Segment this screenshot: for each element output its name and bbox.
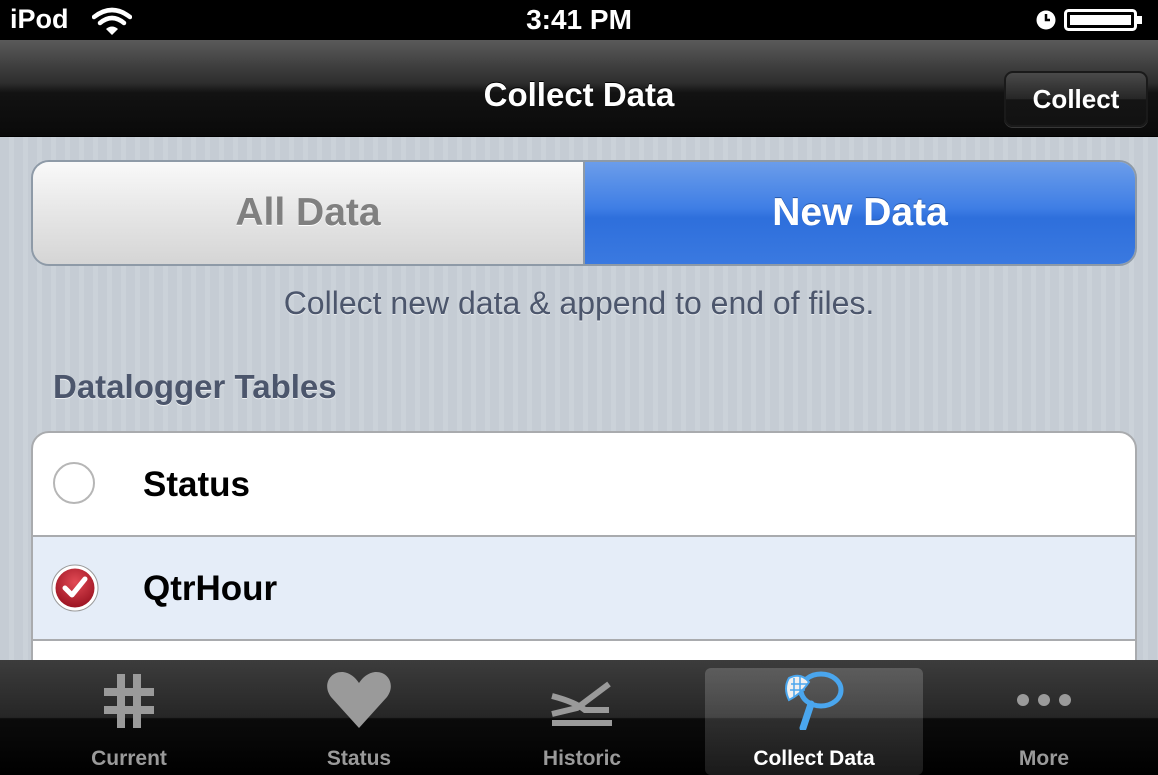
- content-area: All Data New Data Collect new data & app…: [0, 137, 1158, 660]
- tab-label: Collect Data: [753, 747, 875, 770]
- clock-icon: [1036, 10, 1056, 30]
- tab-label: Current: [91, 747, 167, 770]
- tab-current[interactable]: Current: [20, 668, 238, 775]
- tab-label: Status: [326, 747, 392, 770]
- segment-all-data[interactable]: All Data: [33, 162, 585, 264]
- datalogger-tables-list: Status QtrHour: [31, 431, 1137, 660]
- table-row-status[interactable]: Status: [33, 433, 1135, 537]
- collect-button[interactable]: Collect: [1004, 71, 1148, 127]
- page-title: Collect Data: [483, 76, 675, 113]
- table-row-qtrhour[interactable]: QtrHour: [33, 537, 1135, 641]
- table-row-label: Status: [143, 465, 250, 504]
- more-dots-icon: [1017, 694, 1071, 706]
- segment-new-data[interactable]: New Data: [585, 162, 1135, 264]
- checkmark-circle-icon[interactable]: [50, 563, 100, 613]
- heart-icon: [327, 671, 391, 728]
- tab-collect-data[interactable]: Collect Data: [705, 668, 923, 775]
- tab-historic[interactable]: Historic: [473, 668, 691, 775]
- data-mode-segmented-control: All Data New Data: [31, 160, 1137, 266]
- table-row-label: QtrHour: [143, 569, 278, 608]
- grid-hash-icon: [104, 674, 154, 728]
- navigation-bar: Collect Data Collect: [0, 40, 1158, 137]
- tab-more[interactable]: More: [935, 668, 1153, 775]
- status-bar: iPod 3:41 PM: [0, 0, 1158, 40]
- collect-net-icon: [785, 671, 844, 730]
- battery-icon: [1064, 9, 1142, 31]
- tab-label: More: [1018, 747, 1070, 770]
- historic-graph-icon: [551, 681, 612, 726]
- status-time: 3:41 PM: [526, 4, 632, 35]
- tab-status[interactable]: Status: [250, 668, 468, 775]
- tab-bar: Current Status Historic Collect Data Mor…: [0, 660, 1158, 775]
- section-header-datalogger-tables: Datalogger Tables: [53, 368, 337, 405]
- unchecked-circle-icon[interactable]: [53, 462, 95, 504]
- tab-label: Historic: [542, 747, 622, 770]
- mode-description: Collect new data & append to end of file…: [283, 285, 875, 321]
